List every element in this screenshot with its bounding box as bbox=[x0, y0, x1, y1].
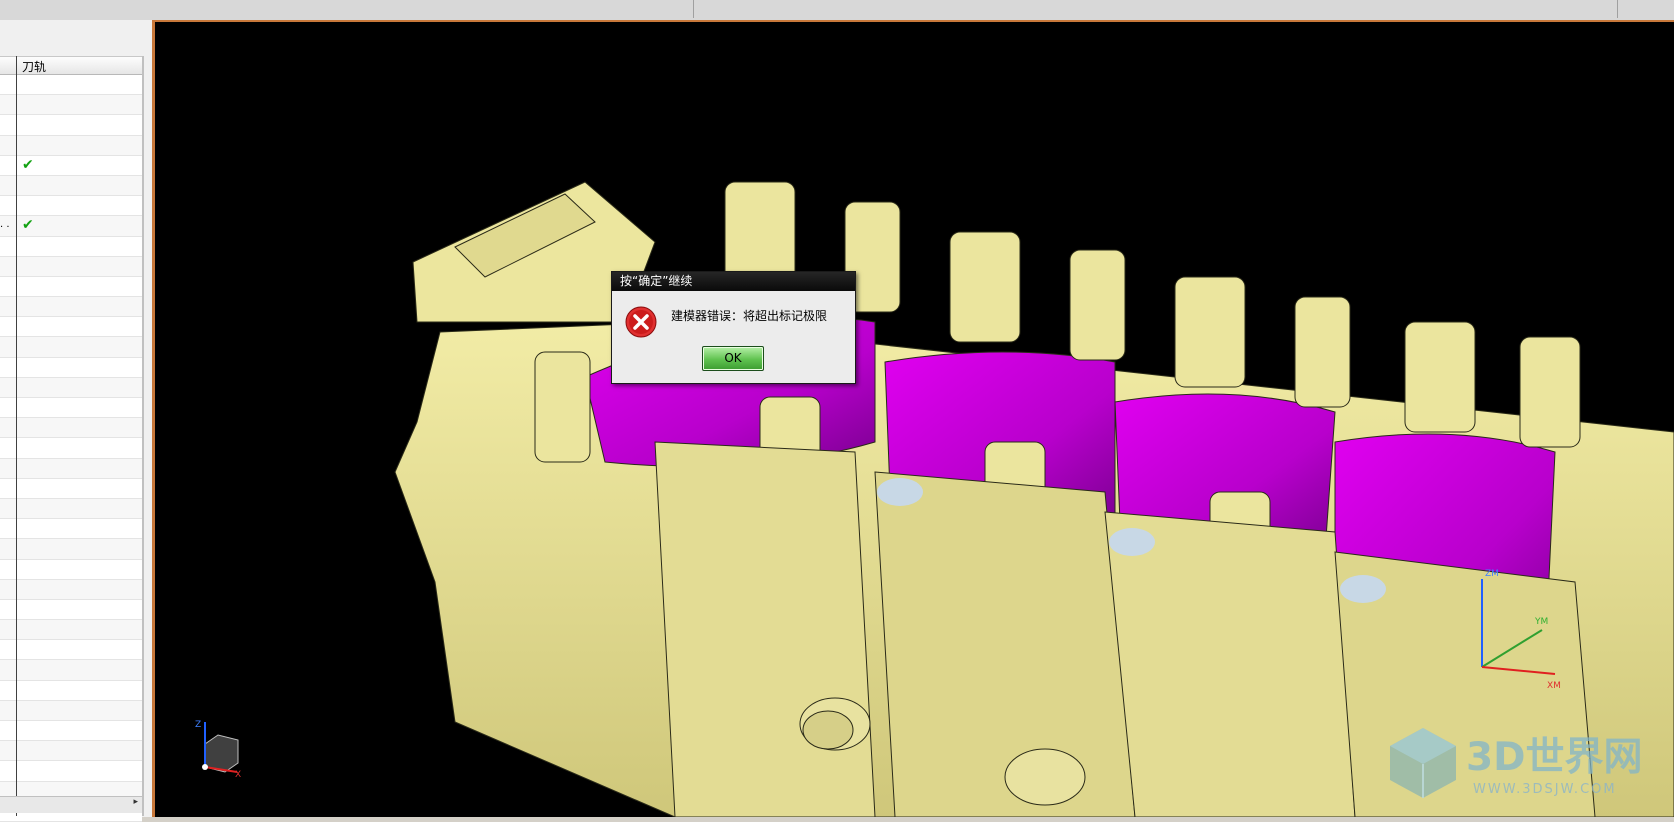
navigator-row[interactable] bbox=[0, 599, 142, 621]
navigator-rows: ✔ . . ✔ bbox=[0, 75, 142, 822]
navigator-row[interactable] bbox=[0, 761, 142, 782]
toolbar-separator bbox=[693, 0, 694, 18]
navigator-row[interactable] bbox=[0, 357, 142, 378]
navigator-row[interactable] bbox=[0, 579, 142, 600]
wcs-ym-label: YM bbox=[1534, 617, 1548, 627]
navigator-row[interactable] bbox=[0, 95, 142, 116]
navigator-row[interactable] bbox=[0, 640, 142, 661]
dialog-title[interactable]: 按“确定”继续 bbox=[612, 272, 855, 291]
operation-navigator-panel: 刀轨 ✔ . . ✔ ▸ bbox=[0, 20, 152, 822]
column-header-label: 刀轨 bbox=[22, 60, 47, 74]
navigator-row[interactable] bbox=[0, 620, 142, 641]
navigator-row[interactable] bbox=[0, 398, 142, 419]
checkmark-icon: ✔ bbox=[22, 156, 34, 173]
navigator-row[interactable] bbox=[0, 75, 142, 96]
navigator-row[interactable] bbox=[0, 135, 142, 156]
panel-border bbox=[142, 56, 144, 816]
row-ellipsis: . . bbox=[0, 219, 10, 231]
error-dialog: 按“确定”继续 建模器错误：将超出标记极限 OK bbox=[611, 271, 856, 384]
navigator-row[interactable] bbox=[0, 196, 142, 217]
navigator-row[interactable] bbox=[0, 539, 142, 560]
navigator-row[interactable] bbox=[0, 297, 142, 318]
navigator-row[interactable] bbox=[0, 498, 142, 520]
ok-button[interactable]: OK bbox=[702, 346, 764, 371]
watermark-cube-icon bbox=[1390, 728, 1456, 798]
navigator-row[interactable] bbox=[0, 115, 142, 136]
column-divider bbox=[16, 56, 17, 816]
horizontal-scrollbar[interactable]: ▸ bbox=[0, 796, 142, 813]
error-icon bbox=[625, 306, 657, 338]
navigator-row[interactable] bbox=[0, 175, 142, 197]
error-message: 建模器错误：将超出标记极限 bbox=[671, 309, 828, 323]
wcs-xm-label: XM bbox=[1547, 681, 1561, 691]
navigator-row[interactable] bbox=[0, 256, 142, 277]
navigator-row[interactable] bbox=[0, 317, 142, 338]
navigator-row[interactable] bbox=[0, 438, 142, 459]
navigator-row[interactable] bbox=[0, 741, 142, 762]
navigator-row[interactable] bbox=[0, 721, 142, 742]
checkmark-icon: ✔ bbox=[22, 217, 34, 234]
navigator-row[interactable] bbox=[0, 660, 142, 681]
navigator-row[interactable] bbox=[0, 700, 142, 721]
watermark-url: WWW.3DSJW.COM bbox=[1473, 782, 1617, 797]
navigator-row[interactable] bbox=[0, 478, 142, 499]
navigator-row[interactable] bbox=[0, 519, 142, 540]
scroll-right-arrow-icon[interactable]: ▸ bbox=[133, 797, 138, 807]
graphics-viewport[interactable]: ZM YM XM Z X bbox=[155, 22, 1674, 817]
navigator-row[interactable] bbox=[0, 418, 142, 439]
navigator-row[interactable] bbox=[0, 276, 142, 298]
column-header[interactable]: 刀轨 bbox=[0, 56, 142, 75]
navigator-row[interactable] bbox=[0, 458, 142, 479]
navigator-row[interactable] bbox=[0, 680, 142, 701]
navigator-row[interactable] bbox=[0, 377, 142, 398]
triad-x-label: X bbox=[235, 770, 241, 780]
navigator-row[interactable] bbox=[0, 559, 142, 580]
toolbar-separator bbox=[1617, 0, 1618, 18]
navigator-row[interactable]: . . ✔ bbox=[0, 216, 142, 237]
watermark-brand: 3D世界网 bbox=[1466, 735, 1643, 780]
navigator-row[interactable] bbox=[0, 337, 142, 358]
triad-z-label: Z bbox=[195, 720, 201, 730]
view-triad: Z X bbox=[195, 720, 241, 780]
cad-model-view: ZM YM XM Z X bbox=[195, 181, 1674, 817]
wcs-zm-label: ZM bbox=[1485, 569, 1499, 579]
navigator-row[interactable]: ✔ bbox=[0, 155, 142, 176]
watermark: 3D世界网 WWW.3DSJW.COM bbox=[1384, 722, 1674, 817]
top-toolbar-strip bbox=[0, 0, 1674, 22]
navigator-row[interactable] bbox=[0, 236, 142, 257]
